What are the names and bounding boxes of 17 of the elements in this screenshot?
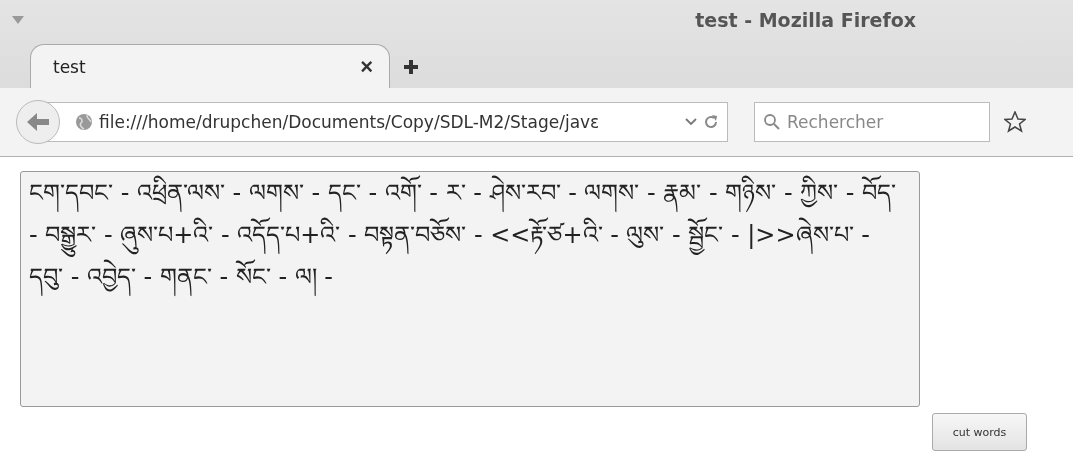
tab-label: test [53, 56, 86, 77]
cut-words-button[interactable]: cut words [932, 413, 1027, 451]
star-icon[interactable] [1004, 111, 1026, 133]
url-text: file:///home/drupchen/Documents/Copy/SDL-M2/Stage/javε [99, 112, 601, 132]
left-arrow-icon [27, 112, 49, 132]
back-button[interactable] [16, 100, 60, 144]
text-area[interactable]: ངག་དབང་ - འཕྲིན་ལས་ - ལགས་ - དང་ - འགོ་ - ར་ - ཤེས་རབ་ - ལགས་ - རྣམ་ - གཉིས་ - ཀྱིས་ - བོད་ - བསྒྱུར་ - ཞུས་པ+འི་ - འདོད་པ+འི་ - བསྟན་བཅོས་ - <<རྟོ་ཙ+འི་ - ལུས་ - སྦྱོང་ - |>>ཞེས་པ་ - དབུ་ - འབྱེད་ - གནང་ - སོང་ - ལ། - [20, 171, 920, 407]
close-tab-button[interactable]: × [360, 53, 373, 80]
dropdown-caret-icon[interactable] [685, 118, 697, 126]
url-field[interactable]: file:///home/drupchen/Documents/Copy/SDL-M2/Stage/javε [46, 102, 728, 142]
browser-tab[interactable]: test × [30, 44, 390, 88]
reload-icon[interactable] [703, 114, 719, 130]
new-tab-icon[interactable] [404, 60, 418, 74]
window-title: test - Mozilla Firefox [695, 9, 916, 31]
globe-icon [75, 113, 93, 131]
search-icon [764, 114, 780, 130]
search-field[interactable]: Rechercher [754, 102, 990, 142]
